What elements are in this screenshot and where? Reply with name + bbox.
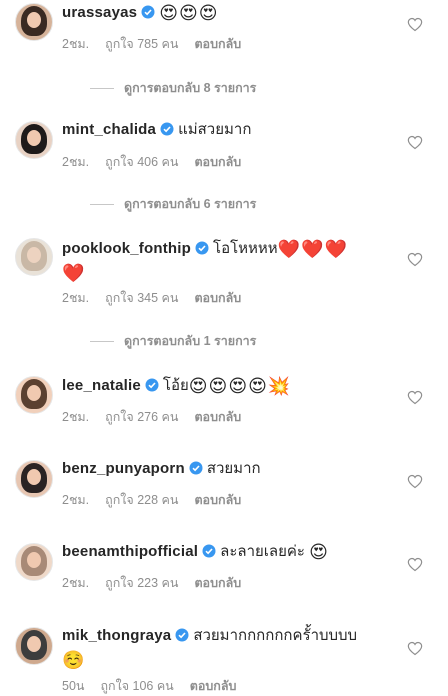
verified-badge-icon <box>175 627 189 649</box>
avatar-face <box>27 552 41 568</box>
comment-username[interactable]: urassayas <box>62 4 137 21</box>
reply-button[interactable]: ตอบกลับ <box>194 493 241 507</box>
emoji: 😍 <box>208 376 228 396</box>
emoji: 😍 <box>188 376 208 396</box>
comment-likes[interactable]: ถูกใจ 276 คน <box>105 410 178 424</box>
emoji: 😍 <box>198 3 218 23</box>
view-replies-label[interactable]: ดูการตอบกลับ 6 รายการ <box>124 197 256 211</box>
comment-likes[interactable]: ถูกใจ 106 คน <box>100 679 173 693</box>
view-replies-button[interactable]: ดูการตอบกลับ 1 รายการ <box>90 331 256 351</box>
comment-body: โอโหหหห <box>213 240 278 257</box>
reply-button[interactable]: ตอบกลับ <box>194 37 241 51</box>
view-replies-button[interactable]: ดูการตอบกลับ 6 รายการ <box>90 194 256 214</box>
reply-button[interactable]: ตอบกลับ <box>194 576 241 590</box>
emoji: 😍 <box>159 3 178 23</box>
emoji: 💥 <box>267 376 291 396</box>
comment-meta: 2ชม. ถูกใจ 276 คน ตอบกลับ <box>62 407 257 427</box>
divider-line <box>90 88 114 90</box>
comment-time: 2ชม. <box>62 493 90 507</box>
comment-username[interactable]: benz_punyaporn <box>62 460 185 477</box>
verified-badge-icon <box>160 121 174 143</box>
verified-badge-icon <box>189 460 203 482</box>
divider-line <box>90 341 114 343</box>
comment-time: 2ชม. <box>62 576 90 590</box>
heart-outline-icon[interactable] <box>407 17 423 32</box>
comment-text: mint_chalida แม่สวยมาก <box>62 119 392 143</box>
avatar-face <box>27 247 41 263</box>
verified-badge-icon <box>195 240 209 262</box>
comment-text: beenamthipofficial ละลายเลยค่ะ 😍 <box>62 541 392 565</box>
heart-outline-icon[interactable] <box>407 252 423 267</box>
comment-time: 2ชม. <box>62 410 90 424</box>
reply-button[interactable]: ตอบกลับ <box>194 410 241 424</box>
avatar[interactable] <box>15 627 53 665</box>
emoji: 😍 <box>309 542 328 562</box>
comment-likes[interactable]: ถูกใจ 228 คน <box>105 493 178 507</box>
comment-body: สวยมาก <box>206 460 261 477</box>
view-replies-label[interactable]: ดูการตอบกลับ 1 รายการ <box>124 334 256 348</box>
comment-username[interactable]: mik_thongraya <box>62 627 171 644</box>
comment-username[interactable]: mint_chalida <box>62 121 156 138</box>
comment-likes[interactable]: ถูกใจ 223 คน <box>105 576 178 590</box>
avatar[interactable] <box>15 376 53 414</box>
reply-button[interactable]: ตอบกลับ <box>190 679 237 693</box>
emoji: 😍 <box>228 376 248 396</box>
comment-text: mik_thongraya สวยมากกกกกกครั้าบบบบ ☺️ <box>62 625 392 671</box>
emoji: ☺️ <box>62 650 85 670</box>
avatar[interactable] <box>15 460 53 498</box>
heart-outline-icon[interactable] <box>407 390 423 405</box>
avatar[interactable] <box>15 543 53 581</box>
comment-text: lee_natalie โอ้ย😍😍😍😍💥 <box>62 375 392 399</box>
emoji: ❤️ <box>324 239 347 259</box>
comment-meta: 2ชม. ถูกใจ 223 คน ตอบกลับ <box>62 573 257 593</box>
verified-badge-icon <box>141 4 155 26</box>
comment-meta: 2ชม. ถูกใจ 228 คน ตอบกลับ <box>62 490 257 510</box>
comment-time: 50น <box>62 679 85 693</box>
comment-body: แม่สวยมาก <box>178 121 252 138</box>
reply-button[interactable]: ตอบกลับ <box>194 155 241 169</box>
verified-badge-icon <box>202 543 216 565</box>
comment-time: 2ชม. <box>62 155 90 169</box>
view-replies-button[interactable]: ดูการตอบกลับ 8 รายการ <box>90 78 256 98</box>
comment-time: 2ชม. <box>62 37 90 51</box>
comment-username[interactable]: lee_natalie <box>62 377 141 394</box>
comment-body: โอ้ย <box>162 377 189 394</box>
comment-meta: 2ชม. ถูกใจ 785 คน ตอบกลับ <box>62 34 257 54</box>
avatar[interactable] <box>15 121 53 159</box>
emoji: 😍 <box>248 376 267 396</box>
emoji: ❤️ <box>277 239 301 259</box>
emoji: 😍 <box>178 3 198 23</box>
avatar-face <box>27 12 41 28</box>
heart-outline-icon[interactable] <box>407 474 423 489</box>
comment-text: pooklook_fonthip โอโหหหห❤️❤️❤️ ❤️ <box>62 238 392 284</box>
avatar-face <box>27 469 41 485</box>
avatar-face <box>27 385 41 401</box>
comment-username[interactable]: pooklook_fonthip <box>62 240 191 257</box>
avatar[interactable] <box>15 238 53 276</box>
comment-meta: 2ชม. ถูกใจ 406 คน ตอบกลับ <box>62 152 257 172</box>
heart-outline-icon[interactable] <box>407 557 423 572</box>
heart-outline-icon[interactable] <box>407 135 423 150</box>
comment-likes[interactable]: ถูกใจ 345 คน <box>105 291 178 305</box>
comment-meta: 2ชม. ถูกใจ 345 คน ตอบกลับ <box>62 288 257 308</box>
comment-likes[interactable]: ถูกใจ 406 คน <box>105 155 178 169</box>
comment-username[interactable]: beenamthipofficial <box>62 543 198 560</box>
divider-line <box>90 204 114 206</box>
emoji: ❤️ <box>301 239 324 259</box>
view-replies-label[interactable]: ดูการตอบกลับ 8 รายการ <box>124 81 256 95</box>
comment-body: ละลายเลยค่ะ <box>220 543 305 560</box>
comment-body: สวยมากกกกกกครั้าบบบบ <box>193 627 358 644</box>
comment-meta: 50น ถูกใจ 106 คน ตอบกลับ <box>62 676 252 696</box>
avatar[interactable] <box>15 3 53 41</box>
comment-likes[interactable]: ถูกใจ 785 คน <box>105 37 178 51</box>
avatar-face <box>27 636 41 652</box>
emoji: ❤️ <box>62 263 85 283</box>
reply-button[interactable]: ตอบกลับ <box>194 291 241 305</box>
avatar-face <box>27 130 41 146</box>
comment-text: benz_punyaporn สวยมาก <box>62 458 392 482</box>
comment-text: urassayas 😍😍😍 <box>62 2 392 26</box>
heart-outline-icon[interactable] <box>407 641 423 656</box>
comment-time: 2ชม. <box>62 291 90 305</box>
verified-badge-icon <box>145 377 159 399</box>
